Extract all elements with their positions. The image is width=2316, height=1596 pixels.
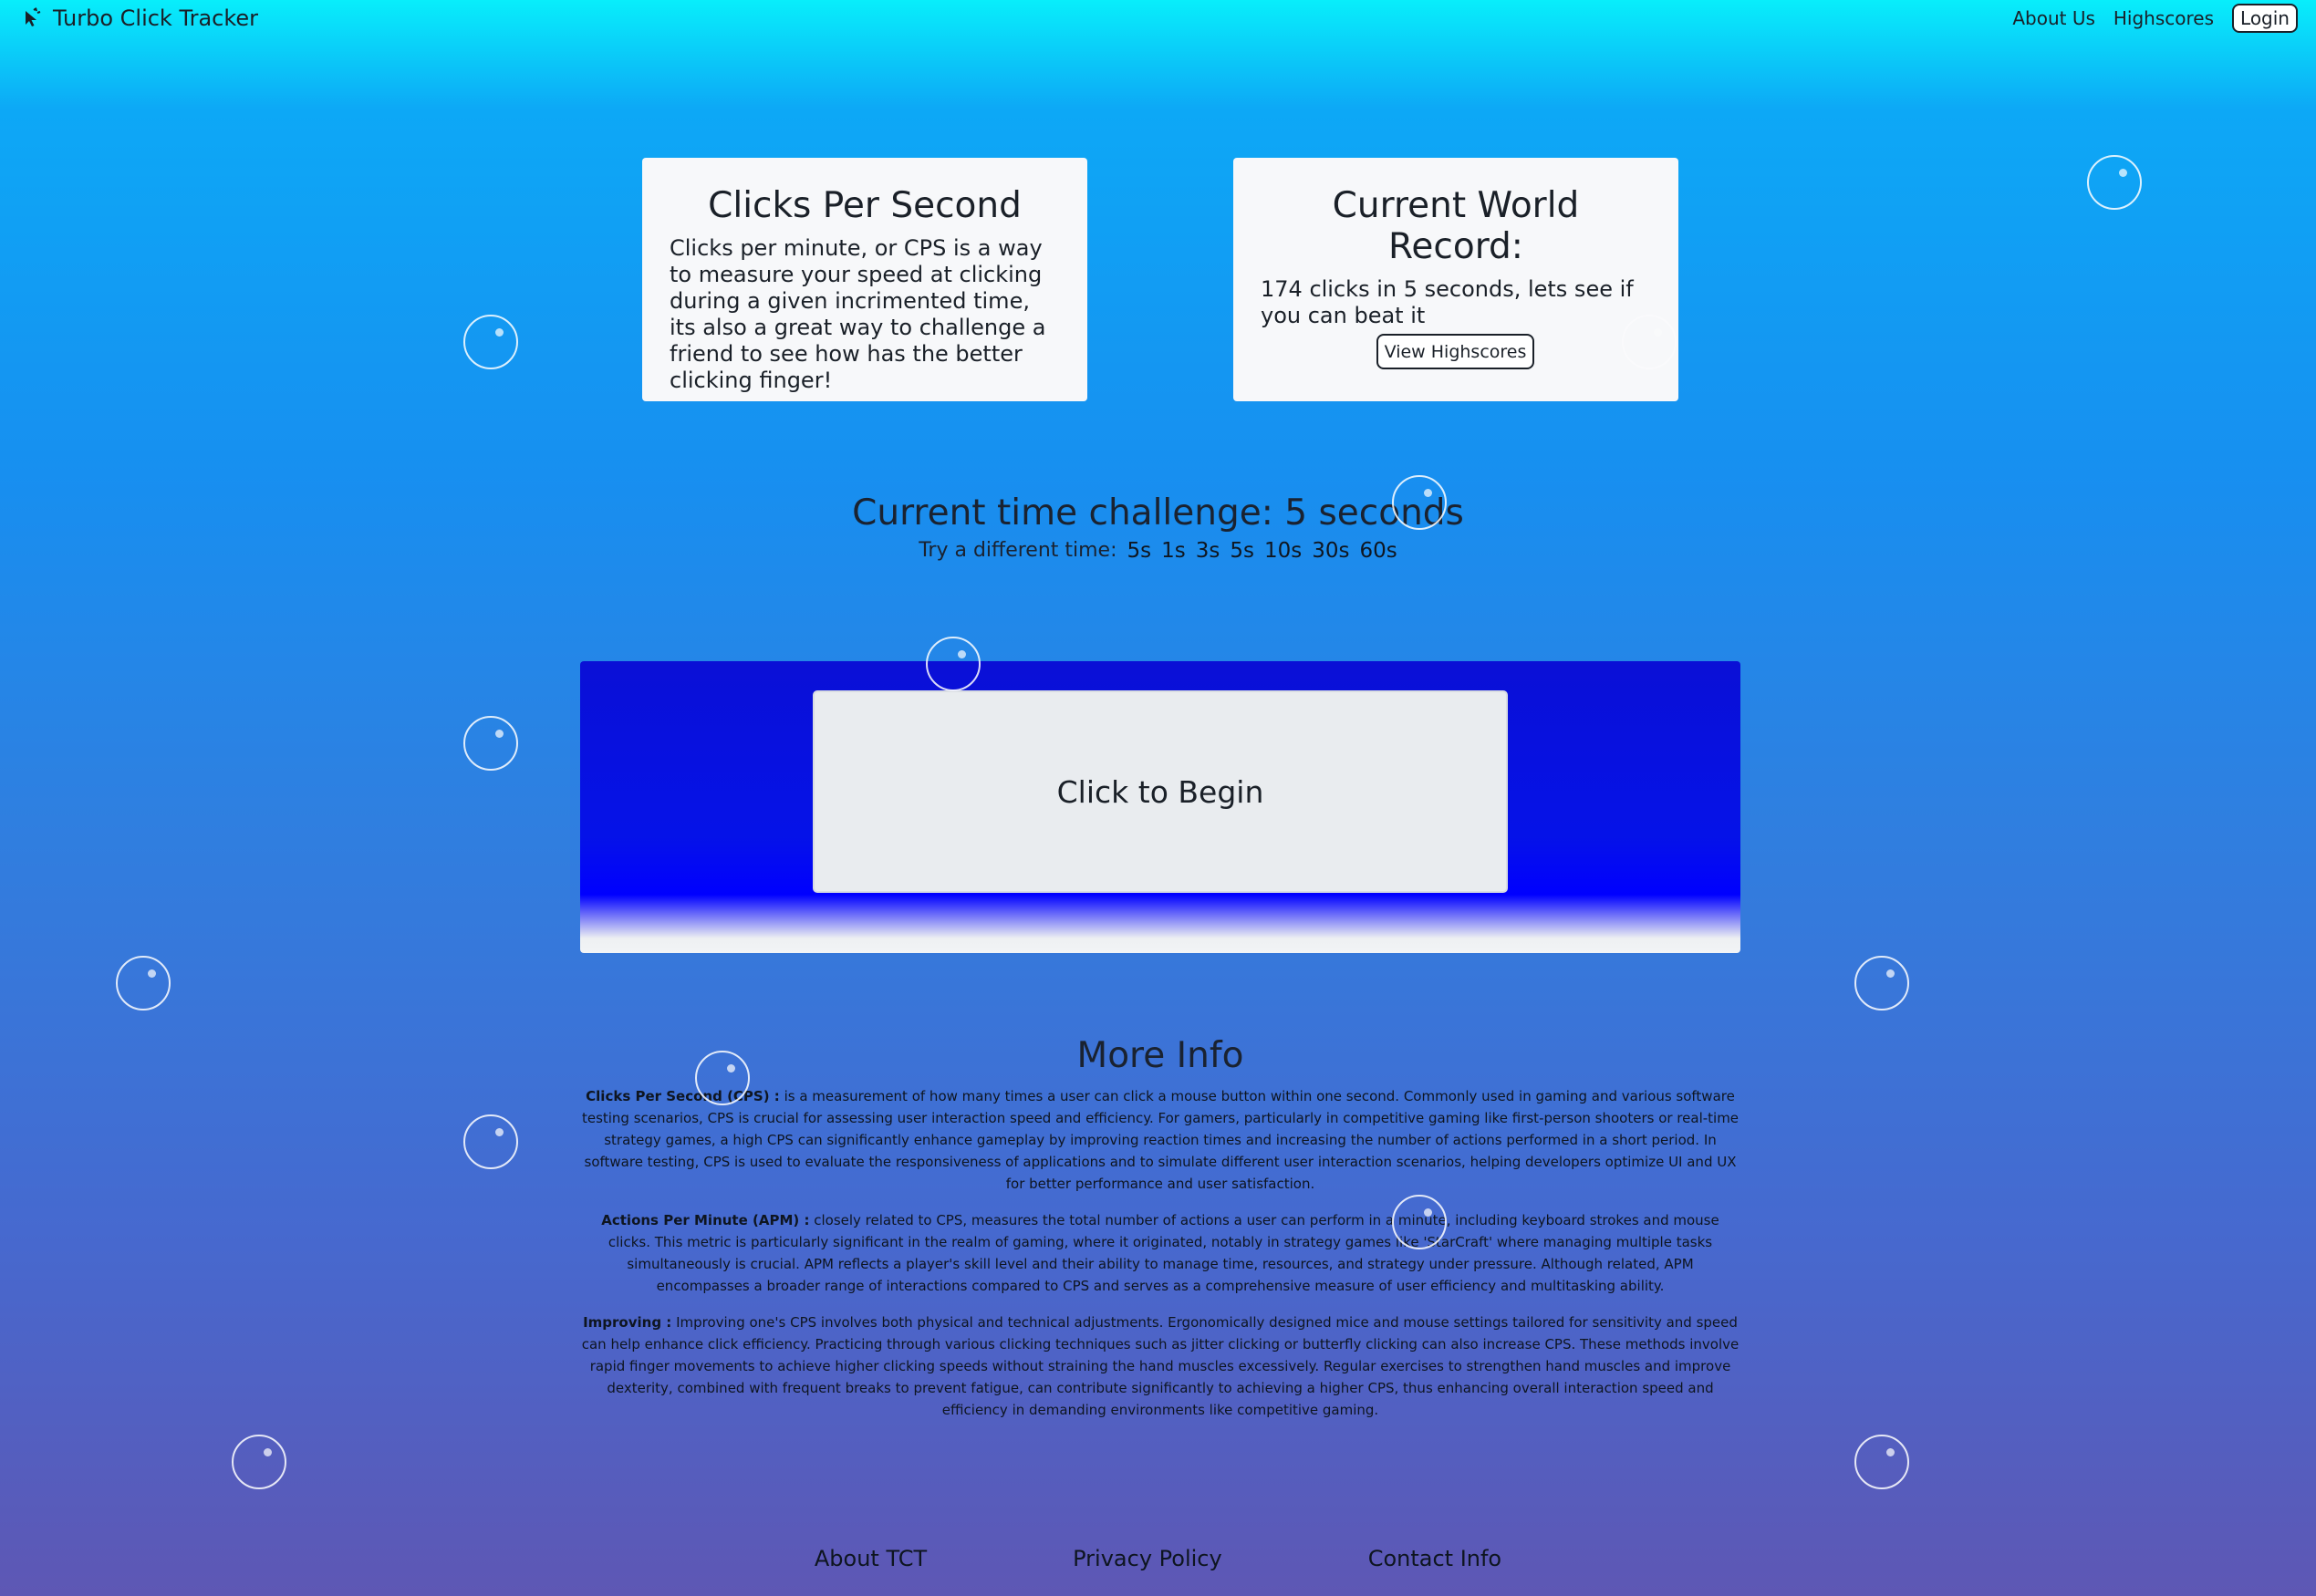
login-button[interactable]: Login bbox=[2232, 4, 2298, 33]
info-paragraph-cps: Clicks Per Second (CPS) : is a measureme… bbox=[580, 1085, 1740, 1195]
footer: About TCT Privacy Policy Contact Info bbox=[0, 1546, 2316, 1571]
time-option-10s[interactable]: 10s bbox=[1264, 539, 1302, 563]
decorative-bubble bbox=[926, 637, 981, 691]
time-option-3s[interactable]: 3s bbox=[1196, 539, 1220, 563]
time-option-5s[interactable]: 5s bbox=[1127, 539, 1152, 563]
decorative-bubble bbox=[463, 716, 518, 771]
click-to-begin-button[interactable]: Click to Begin bbox=[813, 690, 1508, 893]
cps-card-title: Clicks Per Second bbox=[708, 185, 1022, 226]
time-options: Try a different time: 5s 1s 3s 5s 10s 30… bbox=[0, 539, 2316, 563]
world-record-body: 174 clicks in 5 seconds, lets see if you… bbox=[1261, 276, 1634, 328]
decorative-bubble bbox=[1854, 1435, 1909, 1489]
time-option-5s-alt[interactable]: 5s bbox=[1230, 539, 1254, 563]
nav-about-us-link[interactable]: About Us bbox=[2012, 7, 2095, 29]
more-info-section: More Info Clicks Per Second (CPS) : is a… bbox=[580, 1035, 1740, 1435]
footer-privacy-link[interactable]: Privacy Policy bbox=[1073, 1546, 1222, 1571]
time-challenge-section: Current time challenge: 5 seconds Try a … bbox=[0, 492, 2316, 563]
decorative-bubble bbox=[116, 956, 171, 1010]
info-paragraph-improving: Improving : Improving one's CPS involves… bbox=[580, 1311, 1740, 1421]
mouse-cursor-icon bbox=[20, 6, 44, 30]
cps-card-body: Clicks per minute, or CPS is a way to me… bbox=[670, 235, 1046, 393]
navbar: Turbo Click Tracker About Us Highscores … bbox=[0, 0, 2316, 38]
time-option-30s[interactable]: 30s bbox=[1312, 539, 1349, 563]
brand[interactable]: Turbo Click Tracker bbox=[20, 5, 258, 31]
info-term-improving: Improving : bbox=[583, 1314, 672, 1331]
brand-name: Turbo Click Tracker bbox=[53, 5, 259, 31]
decorative-bubble bbox=[463, 1114, 518, 1169]
decorative-bubble bbox=[1392, 475, 1447, 530]
cps-info-card: Clicks Per Second Clicks per minute, or … bbox=[642, 158, 1087, 401]
decorative-bubble bbox=[1392, 1195, 1447, 1249]
more-info-title: More Info bbox=[1076, 1035, 1244, 1076]
footer-about-link[interactable]: About TCT bbox=[815, 1546, 927, 1571]
info-paragraph-apm: Actions Per Minute (APM) : closely relat… bbox=[580, 1209, 1740, 1297]
footer-contact-link[interactable]: Contact Info bbox=[1368, 1546, 1501, 1571]
time-challenge-title: Current time challenge: 5 seconds bbox=[852, 492, 1464, 534]
info-term-cps: Clicks Per Second (CPS) : bbox=[586, 1088, 780, 1104]
decorative-bubble bbox=[695, 1051, 750, 1105]
time-option-1s[interactable]: 1s bbox=[1161, 539, 1186, 563]
world-record-title: Current World Record: bbox=[1332, 185, 1580, 267]
view-highscores-button[interactable]: View Highscores bbox=[1376, 334, 1534, 369]
world-record-card: Current World Record: 174 clicks in 5 se… bbox=[1233, 158, 1678, 401]
info-text-improving: Improving one's CPS involves both physic… bbox=[581, 1314, 1740, 1418]
decorative-bubble bbox=[232, 1435, 286, 1489]
nav-links: About Us Highscores Login bbox=[2012, 4, 2298, 33]
decorative-bubble bbox=[463, 315, 518, 369]
time-option-60s[interactable]: 60s bbox=[1360, 539, 1397, 563]
decorative-bubble bbox=[1854, 956, 1909, 1010]
nav-highscores-link[interactable]: Highscores bbox=[2113, 7, 2214, 29]
try-different-time-label: Try a different time: bbox=[919, 539, 1117, 562]
info-term-apm: Actions Per Minute (APM) : bbox=[601, 1212, 810, 1228]
decorative-bubble bbox=[1622, 315, 1677, 369]
click-area[interactable]: Click to Begin bbox=[580, 661, 1740, 953]
decorative-bubble bbox=[2087, 155, 2142, 210]
